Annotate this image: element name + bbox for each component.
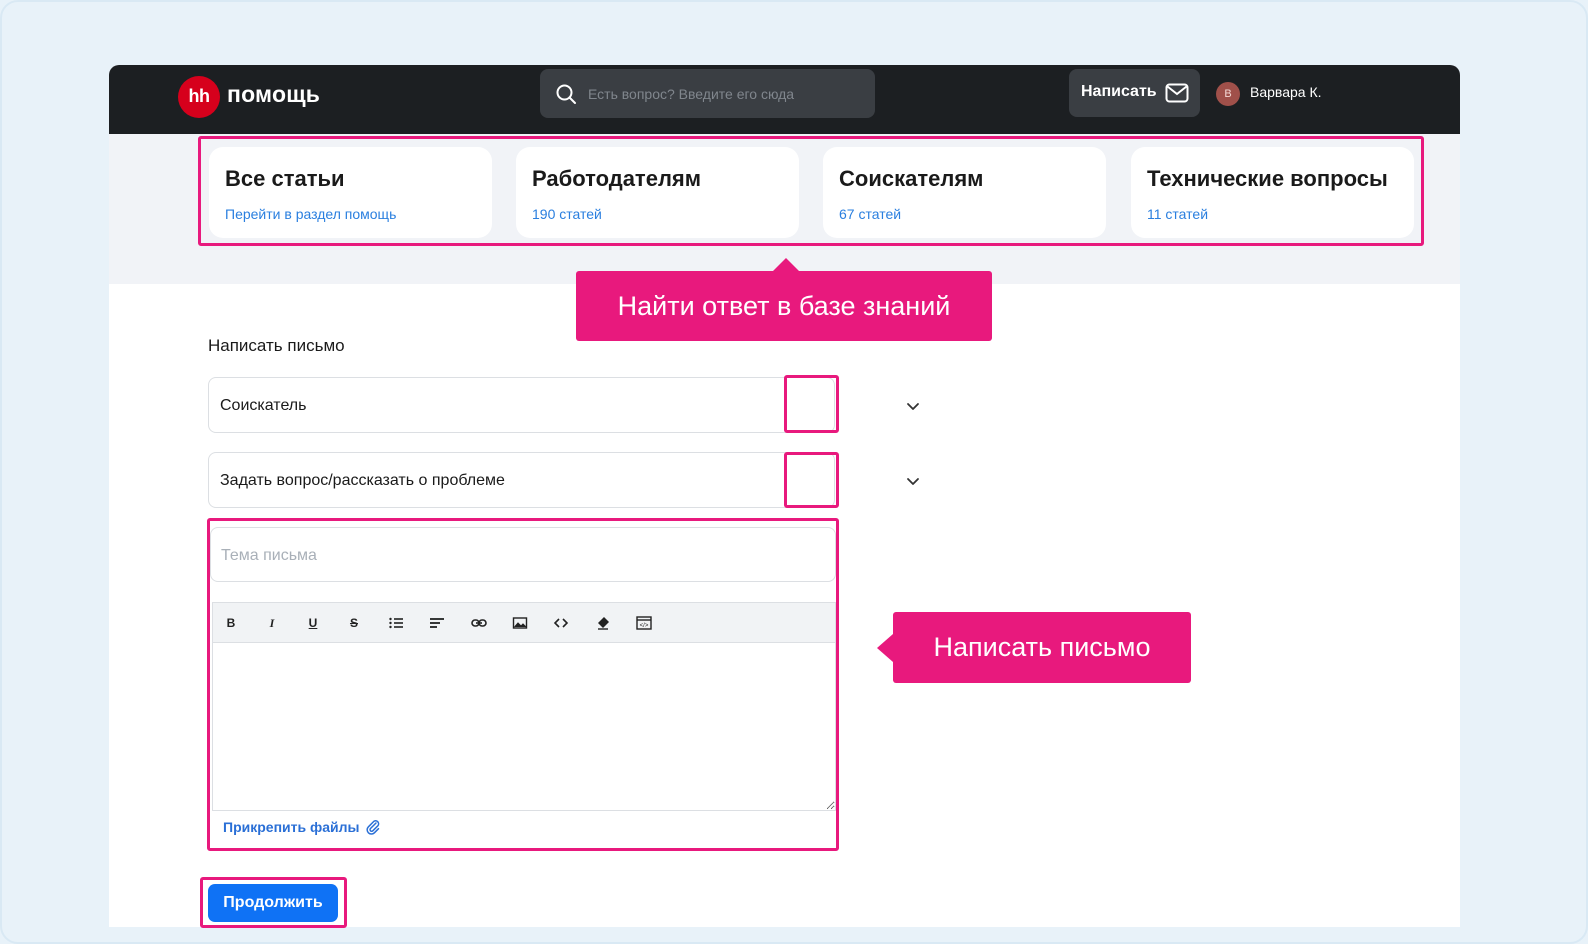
topic-select[interactable]: Задать вопрос/рассказать о проблеме [208,452,919,508]
knowledge-base-callout: Найти ответ в базе знаний [576,258,992,341]
category-link[interactable]: Перейти в раздел помощь [225,206,396,222]
link-icon[interactable] [469,613,489,633]
avatar[interactable]: В [1216,82,1240,106]
subject-input[interactable] [221,545,801,567]
bullet-list-icon[interactable] [386,613,406,633]
subject-field[interactable] [210,527,836,582]
italic-icon[interactable]: I [262,613,282,633]
chevron-down-icon[interactable] [904,397,922,415]
mail-icon [1165,83,1189,103]
category-title: Работодателям [532,166,702,191]
editor-toolbar: B I U S </> [213,603,835,643]
help-center-window: hh помощь Написать В Варвара К. Все стат… [109,65,1460,927]
message-textarea[interactable] [213,643,835,810]
write-button-label: Написать [1081,83,1157,100]
category-card-employers[interactable]: Работодателям 190 статей [516,147,799,238]
paperclip-icon[interactable] [365,819,381,835]
role-select[interactable]: Соискатель [208,377,919,433]
category-title: Соискателям [839,166,984,191]
code-icon[interactable] [551,613,571,633]
chevron-down-icon[interactable] [904,472,922,490]
form-title: Написать письмо [208,336,345,355]
message-editor: B I U S </> [212,602,836,811]
role-select-value: Соискатель [220,397,307,414]
search-box[interactable] [540,69,875,118]
category-card-technical[interactable]: Технические вопросы 11 статей [1131,147,1414,238]
category-count: 190 статей [532,206,602,222]
strikethrough-icon[interactable]: S [344,613,364,633]
svg-text:</>: </> [640,623,649,629]
source-code-icon[interactable]: </> [634,613,654,633]
eraser-icon[interactable] [593,613,613,633]
category-count: 67 статей [839,206,902,222]
search-icon [556,84,576,104]
continue-button[interactable]: Продолжить [208,884,338,922]
category-card-all[interactable]: Все статьи Перейти в раздел помощь [209,147,492,238]
category-title: Технические вопросы [1147,166,1388,191]
image-icon[interactable] [510,613,530,633]
user-name[interactable]: Варвара К. [1250,84,1321,100]
category-count: 11 статей [1147,206,1209,222]
underline-icon[interactable]: U [303,613,323,633]
category-title: Все статьи [225,166,345,191]
write-button[interactable]: Написать [1069,69,1200,117]
write-letter-callout: Написать письмо [877,612,1191,683]
top-bar: hh помощь Написать В Варвара К. [109,65,1460,134]
attach-files-link[interactable]: Прикрепить файлы [223,819,359,835]
topic-select-value: Задать вопрос/рассказать о проблеме [220,472,505,489]
hh-logo[interactable]: hh [178,76,220,118]
search-input[interactable] [588,83,858,105]
align-left-icon[interactable] [427,613,447,633]
bold-icon[interactable]: B [221,613,241,633]
app-name[interactable]: помощь [227,81,320,108]
category-card-applicants[interactable]: Соискателям 67 статей [823,147,1106,238]
